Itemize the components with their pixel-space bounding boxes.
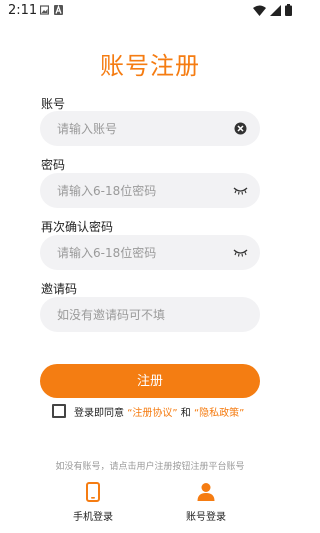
signal-icon — [270, 4, 281, 16]
image-icon — [40, 5, 49, 15]
confirm-password-field[interactable] — [40, 235, 260, 270]
password-field[interactable] — [40, 173, 260, 208]
tab-account-login[interactable]: 账号登录 — [176, 482, 236, 523]
agreement-and: 和 — [180, 407, 191, 419]
confirm-password-label: 再次确认密码 — [41, 220, 114, 234]
tab-phone-login[interactable]: 手机登录 — [63, 482, 123, 523]
user-agreement-link[interactable]: “注册协议” — [127, 404, 177, 419]
phone-icon — [86, 482, 100, 502]
tab-phone-login-label: 手机登录 — [73, 512, 113, 523]
battery-icon — [285, 4, 292, 16]
status-right-icons — [253, 4, 292, 16]
invite-code-input[interactable] — [57, 297, 227, 332]
page-title: 账号注册 — [100, 52, 200, 80]
account-label: 账号 — [41, 97, 66, 111]
clear-icon[interactable] — [233, 121, 248, 136]
status-left-icons — [40, 5, 63, 15]
agreement-prefix: 登录即同意 — [74, 407, 124, 419]
invite-code-field[interactable] — [40, 297, 260, 332]
status-bar: 2:11 — [0, 0, 300, 22]
invite-code-label: 邀请码 — [41, 282, 78, 296]
eye-closed-icon[interactable] — [233, 245, 248, 260]
register-button[interactable]: 注册 — [40, 364, 260, 398]
a-icon — [54, 5, 63, 15]
tab-account-login-label: 账号登录 — [186, 512, 226, 523]
register-hint: 如没有账号，请点击用户注册按钮注册平台账号 — [55, 462, 245, 472]
privacy-policy-link[interactable]: “隐私政策” — [194, 404, 244, 419]
password-input[interactable] — [57, 173, 227, 208]
eye-closed-icon[interactable] — [233, 183, 248, 198]
password-label: 密码 — [41, 158, 66, 172]
status-time: 2:11 — [8, 3, 38, 18]
user-icon — [197, 483, 215, 501]
confirm-password-input[interactable] — [57, 235, 227, 270]
wifi-icon — [253, 5, 266, 16]
account-input[interactable] — [57, 111, 227, 146]
agreement-row: 登录即同意 “注册协议” 和 “隐私政策” — [52, 403, 244, 419]
agreement-checkbox[interactable] — [52, 404, 66, 418]
account-field[interactable] — [40, 111, 260, 146]
